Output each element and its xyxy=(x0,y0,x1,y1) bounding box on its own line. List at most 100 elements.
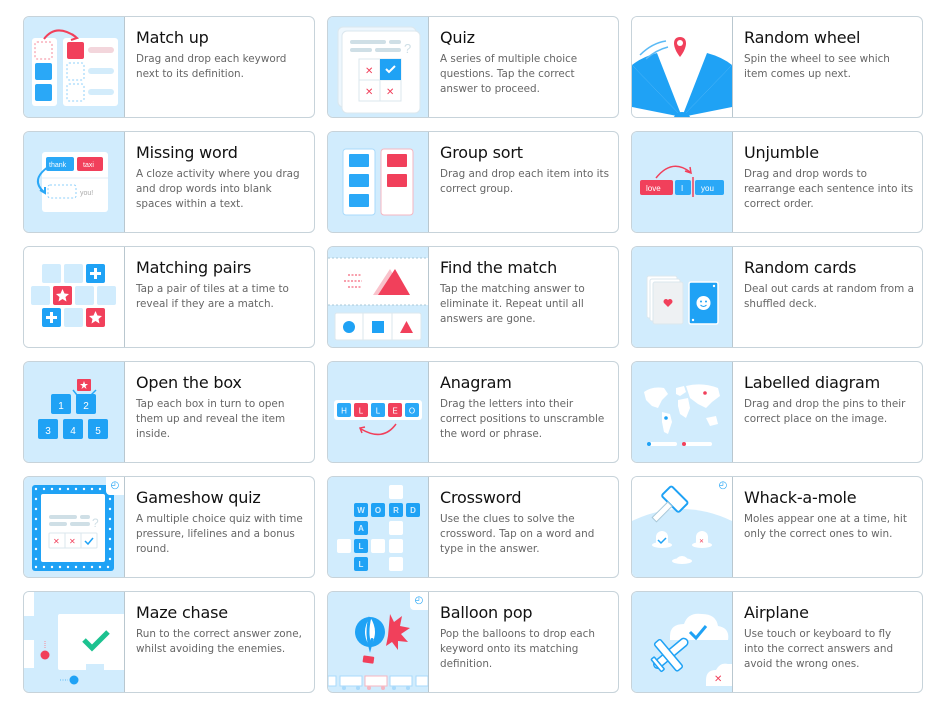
crossword-illustration-icon: W O R D A L L xyxy=(337,485,420,571)
template-description: A cloze activity where you drag and drop… xyxy=(136,168,300,210)
template-description: Tap each box in turn to open them up and… xyxy=(136,398,286,440)
template-card-find-the-match[interactable]: Find the match Tap the matching answer t… xyxy=(327,246,619,348)
svg-text:you!: you! xyxy=(80,190,93,197)
svg-text:love: love xyxy=(646,184,661,193)
svg-text:✕: ✕ xyxy=(69,537,76,546)
balloon-pop-thumbnail: ◴ xyxy=(328,592,429,692)
random-cards-illustration-icon xyxy=(646,275,719,325)
svg-text:✕: ✕ xyxy=(386,87,394,98)
svg-text:✕: ✕ xyxy=(699,539,704,545)
svg-text:?: ? xyxy=(404,41,411,56)
template-description: Pop the balloons to drop each keyword on… xyxy=(440,628,595,670)
template-title: Matching pairs xyxy=(136,258,252,277)
template-title: Group sort xyxy=(440,143,523,162)
template-description: Moles appear one at a time, hit only the… xyxy=(744,513,907,540)
template-title: Random cards xyxy=(744,258,857,277)
timer-icon: ◴ xyxy=(714,477,732,495)
template-title: Labelled diagram xyxy=(744,373,881,392)
group-sort-thumbnail xyxy=(328,132,429,232)
missing-word-illustration-icon: thank taxi you! xyxy=(37,152,108,212)
svg-text:W: W xyxy=(357,506,365,515)
crossword-thumbnail: W O R D A L L xyxy=(328,477,429,577)
svg-text:L: L xyxy=(359,560,364,569)
template-title: Open the box xyxy=(136,373,242,392)
match-up-illustration-icon xyxy=(32,29,118,106)
anagram-thumbnail: H L L E O xyxy=(328,362,429,462)
maze-chase-illustration-icon xyxy=(24,592,124,685)
template-card-labelled-diagram[interactable]: Labelled diagram Drag and drop the pins … xyxy=(631,361,923,463)
svg-text:H: H xyxy=(341,407,347,416)
template-card-missing-word[interactable]: thank taxi you! Missing word A cloze act… xyxy=(23,131,315,233)
svg-text:5: 5 xyxy=(95,426,101,437)
template-title: Crossword xyxy=(440,488,522,507)
template-title: Gameshow quiz xyxy=(136,488,261,507)
unjumble-illustration-icon: love I you xyxy=(640,165,724,197)
labelled-diagram-illustration-icon xyxy=(644,384,720,446)
template-title: Unjumble xyxy=(744,143,819,162)
template-card-match-up[interactable]: Match up Drag and drop each keyword next… xyxy=(23,16,315,118)
template-card-gameshow-quiz[interactable]: ? ✕ ✕ ◴ Gameshow quiz A multiple choice … xyxy=(23,476,315,578)
template-description: A series of multiple choice questions. T… xyxy=(440,53,578,95)
svg-text:R: R xyxy=(393,506,399,515)
template-card-quiz[interactable]: ? ✕ ✕ ✕ Quiz A series of multiple choice… xyxy=(327,16,619,118)
template-title: Anagram xyxy=(440,373,512,392)
matching-pairs-illustration-icon xyxy=(31,264,116,327)
labelled-diagram-thumbnail xyxy=(632,362,733,462)
template-description: Drag and drop words to rearrange each se… xyxy=(744,168,914,210)
template-title: Quiz xyxy=(440,28,475,47)
template-card-airplane[interactable]: ✕ Airplane Use touch or keyboard to fly … xyxy=(631,591,923,693)
template-description: Drag and drop each item into its correct… xyxy=(440,168,610,195)
svg-text:✕: ✕ xyxy=(714,674,722,685)
template-description: Drag the letters into their correct posi… xyxy=(440,398,605,440)
svg-text:O: O xyxy=(409,407,415,416)
template-card-matching-pairs[interactable]: Matching pairs Tap a pair of tiles at a … xyxy=(23,246,315,348)
missing-word-thumbnail: thank taxi you! xyxy=(24,132,125,232)
template-description: Spin the wheel to see which item comes u… xyxy=(744,53,890,80)
open-the-box-thumbnail: 1 2 3 4 5 xyxy=(24,362,125,462)
svg-text:L: L xyxy=(359,542,364,551)
template-card-unjumble[interactable]: love I you Unjumble Drag and drop words … xyxy=(631,131,923,233)
maze-chase-thumbnail xyxy=(24,592,125,692)
gameshow-quiz-thumbnail: ? ✕ ✕ ◴ xyxy=(24,477,125,577)
open-the-box-illustration-icon: 1 2 3 4 5 xyxy=(38,379,108,439)
svg-text:A: A xyxy=(358,524,364,533)
template-description: A multiple choice quiz with time pressur… xyxy=(136,513,303,555)
template-card-balloon-pop[interactable]: ◴ Balloon pop Pop the balloons to drop e… xyxy=(327,591,619,693)
template-description: Drag and drop the pins to their correct … xyxy=(744,398,906,425)
template-card-random-cards[interactable]: Random cards Deal out cards at random fr… xyxy=(631,246,923,348)
template-card-group-sort[interactable]: Group sort Drag and drop each item into … xyxy=(327,131,619,233)
template-card-maze-chase[interactable]: Maze chase Run to the correct answer zon… xyxy=(23,591,315,693)
template-title: Maze chase xyxy=(136,603,228,622)
template-card-crossword[interactable]: W O R D A L L Crossword Use the clues to… xyxy=(327,476,619,578)
svg-text:D: D xyxy=(410,506,416,515)
random-wheel-illustration-icon xyxy=(632,37,732,117)
template-description: Use touch or keyboard to fly into the co… xyxy=(744,628,894,670)
svg-text:taxi: taxi xyxy=(83,162,94,169)
quiz-thumbnail: ? ✕ ✕ ✕ xyxy=(328,17,429,117)
whack-a-mole-thumbnail: ✕ ◴ xyxy=(632,477,733,577)
template-description: Run to the correct answer zone, whilst a… xyxy=(136,628,302,655)
svg-text:I: I xyxy=(681,184,683,193)
svg-text:L: L xyxy=(359,407,364,416)
svg-text:you: you xyxy=(701,184,714,193)
template-title: Match up xyxy=(136,28,209,47)
template-title: Balloon pop xyxy=(440,603,533,622)
svg-text:E: E xyxy=(392,407,397,416)
timer-icon: ◴ xyxy=(410,592,428,610)
airplane-illustration-icon: ✕ xyxy=(650,613,732,686)
random-wheel-thumbnail xyxy=(632,17,733,117)
svg-text:3: 3 xyxy=(45,426,51,437)
template-title: Random wheel xyxy=(744,28,861,47)
template-card-random-wheel[interactable]: Random wheel Spin the wheel to see which… xyxy=(631,16,923,118)
svg-text:?: ? xyxy=(92,516,99,530)
unjumble-thumbnail: love I you xyxy=(632,132,733,232)
match-up-thumbnail xyxy=(24,17,125,117)
template-description: Tap a pair of tiles at a time to reveal … xyxy=(136,283,289,310)
template-card-whack-a-mole[interactable]: ✕ ◴ Whack-a-mole Moles appear one at a t… xyxy=(631,476,923,578)
template-card-open-the-box[interactable]: 1 2 3 4 5 Open the box Tap each box in t… xyxy=(23,361,315,463)
svg-text:✕: ✕ xyxy=(365,66,373,77)
svg-text:O: O xyxy=(375,506,381,515)
template-title: Find the match xyxy=(440,258,558,277)
template-description: Drag and drop each keyword next to its d… xyxy=(136,53,287,80)
template-card-anagram[interactable]: H L L E O Anagram Drag the letters into … xyxy=(327,361,619,463)
